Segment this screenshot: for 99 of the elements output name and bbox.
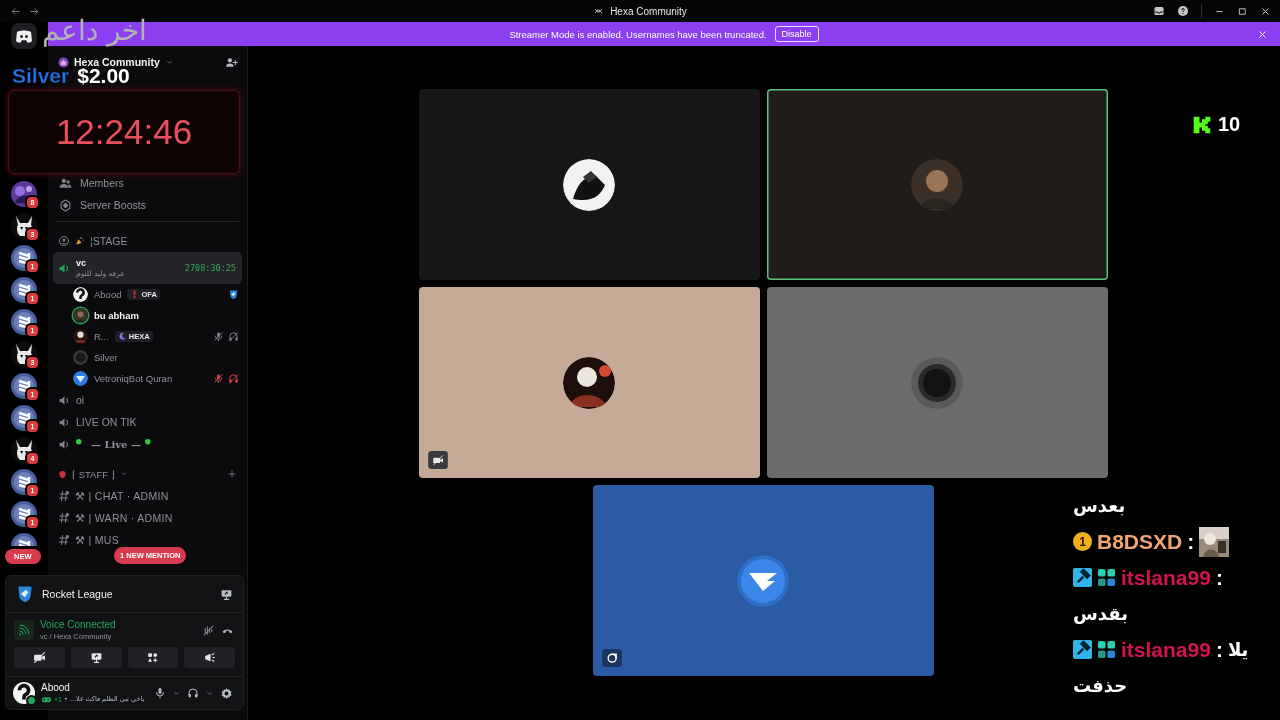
noise-suppression-icon[interactable] <box>202 623 215 637</box>
avatar <box>911 356 963 409</box>
chat-message: حذفت <box>1073 675 1128 696</box>
chat-username: itslana99 <box>1121 637 1211 662</box>
boost-icon <box>59 198 72 212</box>
deafened-icon <box>228 373 239 384</box>
close-icon[interactable] <box>1257 28 1268 40</box>
stage-icon <box>58 235 70 247</box>
voice-member[interactable]: Silver <box>48 347 247 368</box>
voice-status[interactable]: Voice Connected <box>40 619 116 630</box>
speaker-icon <box>58 437 71 451</box>
rocket-league-icon <box>228 289 239 300</box>
clock-panel: 12:24:46 <box>8 90 240 174</box>
text-channel[interactable]: ⚒ | WARN · ADMIN <box>48 507 247 529</box>
voice-member[interactable]: bu abham <box>48 305 247 326</box>
members-icon <box>59 176 72 190</box>
activities-button[interactable] <box>127 647 179 668</box>
deafened-icon <box>228 331 239 342</box>
connection-indicator[interactable] <box>14 620 34 640</box>
user-avatar[interactable] <box>13 682 35 704</box>
signal-icon <box>18 624 30 636</box>
text-channel[interactable]: ⚒ | CHAT · ADMIN <box>48 485 247 507</box>
inbox-icon[interactable] <box>1153 5 1165 17</box>
activities-icon <box>146 651 160 664</box>
soundboard-button[interactable] <box>184 647 235 668</box>
forward-arrow-icon[interactable] <box>29 5 40 17</box>
screen-share-icon <box>89 651 103 664</box>
party-icon <box>75 236 85 246</box>
chat-separator: : <box>1187 529 1195 554</box>
rank-badge: 1 <box>1073 532 1092 551</box>
chat-message: يلا <box>1227 639 1249 660</box>
hashtag-icon <box>58 490 70 502</box>
activity-name: Rocket League <box>42 588 113 600</box>
tag-icon <box>117 332 127 341</box>
video-tile[interactable] <box>592 485 934 676</box>
k-logo-icon <box>1192 114 1212 135</box>
video-off-icon <box>427 451 448 469</box>
hashtag-icon <box>58 534 70 546</box>
avatar <box>563 158 615 211</box>
back-arrow-icon[interactable] <box>10 5 21 17</box>
server-icon[interactable] <box>11 23 37 49</box>
video-tile[interactable] <box>766 89 1108 280</box>
chat-separator: : <box>1215 637 1223 662</box>
speaker-icon <box>58 261 71 275</box>
menu-item[interactable]: Server Boosts <box>48 197 247 213</box>
chat-message: بعدس <box>1073 495 1126 516</box>
video-tile[interactable] <box>418 287 760 478</box>
microphone-icon[interactable] <box>154 687 166 699</box>
activity-icon <box>601 649 622 667</box>
shield-icon <box>58 469 67 479</box>
avatar <box>563 356 615 409</box>
chevron-down-icon <box>119 470 128 478</box>
speaker-icon <box>58 415 71 429</box>
stage-channel[interactable]: ¦STAGE <box>48 230 247 252</box>
maximize-icon[interactable] <box>1237 5 1248 17</box>
subscriber-badge-icon <box>1097 568 1116 587</box>
server-badge-icon <box>58 56 69 68</box>
voice-channel[interactable]: oi <box>48 389 247 411</box>
chat-username: itslana99 <box>1121 565 1211 590</box>
video-off-icon <box>32 651 46 664</box>
video-tile[interactable] <box>766 287 1108 478</box>
subscriber-badge-icon <box>1097 640 1116 659</box>
server-logo-icon <box>593 7 605 15</box>
server-name-button[interactable]: Hexa Community <box>58 56 174 68</box>
hammer-icon <box>1073 568 1092 587</box>
online-status-dot <box>26 695 37 706</box>
settings-icon[interactable] <box>220 686 233 700</box>
category-name[interactable]: ⌈ STAFF ⌋ <box>72 468 115 480</box>
video-tile[interactable] <box>418 89 760 280</box>
help-icon[interactable] <box>1177 5 1189 17</box>
headphones-icon[interactable] <box>187 687 199 699</box>
rocket-league-icon <box>15 584 35 604</box>
muted-mic-icon <box>213 331 224 342</box>
voice-member[interactable]: VetroniqBot Quran <box>48 368 247 389</box>
screen-share-button[interactable] <box>70 647 122 668</box>
add-channel-icon[interactable] <box>227 469 237 479</box>
chat-username: B8DSXD <box>1097 529 1183 554</box>
menu-item[interactable]: Members <box>48 175 247 191</box>
chat-separator: : <box>1215 565 1223 590</box>
avatar <box>911 158 963 211</box>
hashtag-icon <box>58 512 70 524</box>
banner-message: Streamer Mode is enabled. Usernames have been truncated. <box>509 28 767 40</box>
muted-mic-icon <box>213 373 224 384</box>
disable-button[interactable]: Disable <box>774 26 819 42</box>
speaker-icon <box>58 393 71 407</box>
close-icon[interactable] <box>1260 5 1271 17</box>
soundboard-icon <box>203 651 217 664</box>
camera-button[interactable] <box>14 647 65 668</box>
hammer-icon <box>1073 640 1092 659</box>
screen-share-icon[interactable] <box>220 587 233 601</box>
voice-channel[interactable]: LIVE ON TIK <box>48 411 247 433</box>
add-member-icon[interactable] <box>225 55 238 69</box>
avatar <box>737 554 789 607</box>
voice-channel[interactable]: — Live — <box>48 433 247 455</box>
window-title: Hexa Community <box>610 5 687 17</box>
call-timer: 2708:30:25 <box>184 263 236 273</box>
viewer-count: 10 <box>1218 113 1241 136</box>
chat-message: بقدس <box>1073 603 1128 624</box>
username: Abood <box>41 681 71 693</box>
